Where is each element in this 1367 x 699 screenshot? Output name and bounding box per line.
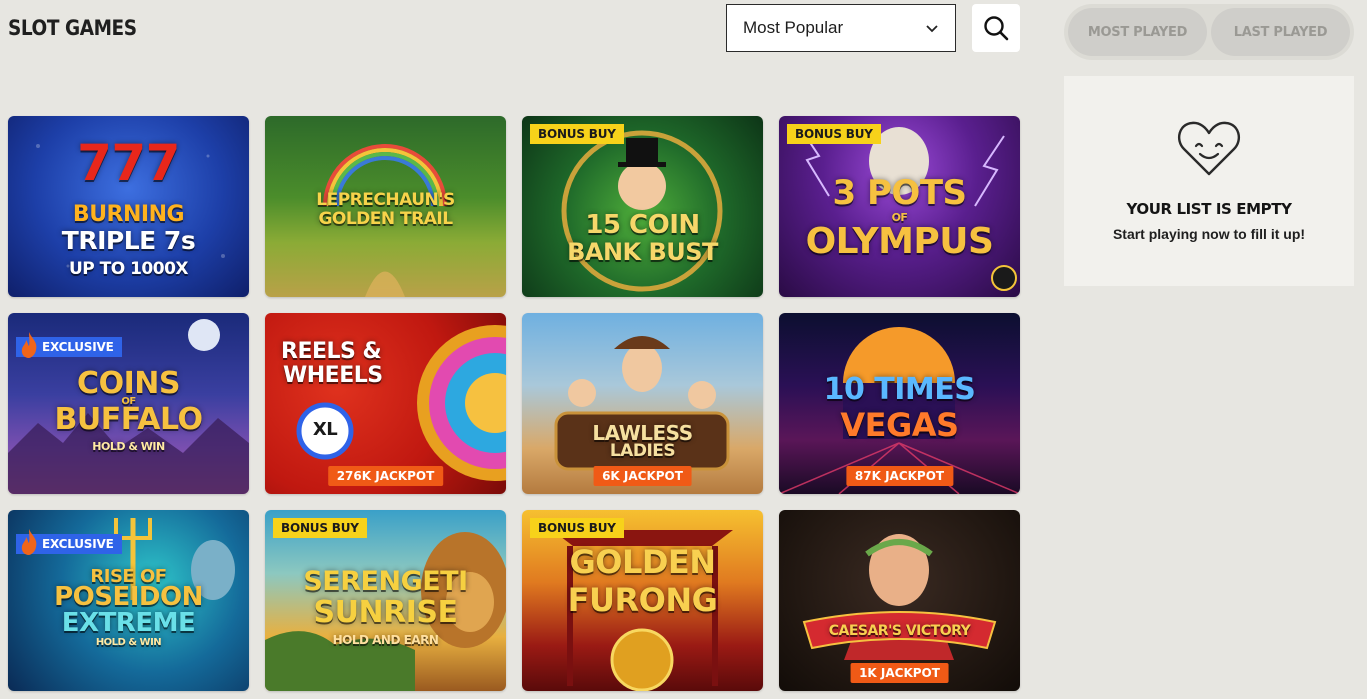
flame-icon xyxy=(21,529,37,555)
bonus-buy-badge: BONUS BUY xyxy=(273,518,367,538)
empty-list-card: YOUR LIST IS EMPTY Start playing now to … xyxy=(1064,76,1354,286)
game-grid: 777 BURNING TRIPLE 7s UP TO 1000X LEPREC… xyxy=(8,116,1020,691)
game-tile-serengeti-sunrise[interactable]: BONUS BUY SERENGETI SUNRISE HOLD AND EAR… xyxy=(265,510,506,691)
game-logo-line: 15 COIN xyxy=(585,210,700,240)
game-tile-leprechauns-golden-trail[interactable]: LEPRECHAUN'S GOLDEN TRAIL xyxy=(265,116,506,297)
played-tabs: MOST PLAYED LAST PLAYED xyxy=(1064,4,1354,60)
game-logo-line: BURNING xyxy=(72,202,185,227)
empty-list-subtitle: Start playing now to fill it up! xyxy=(1112,226,1306,242)
tab-last-played[interactable]: LAST PLAYED xyxy=(1211,8,1350,56)
game-logo-line: GOLDEN xyxy=(569,543,716,581)
bonus-buy-badge: BONUS BUY xyxy=(787,124,881,144)
chevron-down-icon xyxy=(926,25,938,33)
game-logo-line: SUNRISE xyxy=(313,595,458,630)
game-tile-3-pots-of-olympus[interactable]: BONUS BUY 3 POTS OF OLYMPUS xyxy=(779,116,1020,297)
exclusive-badge: EXCLUSIVE xyxy=(16,529,122,555)
game-logo-line: EXTREME xyxy=(61,608,196,638)
game-tile-caesars-victory[interactable]: CAESAR'S VICTORY 1K JACKPOT xyxy=(779,510,1020,691)
slot-games-page: SLOT GAMES Most Popular 777 BURNING TRIP… xyxy=(0,0,1367,699)
game-logo-line: 777 xyxy=(77,134,180,192)
game-logo-line: OLYMPUS xyxy=(805,221,994,262)
game-logo-line: 3 POTS xyxy=(832,173,968,213)
game-tile-lawless-ladies[interactable]: LAWLESS LADIES 6K JACKPOT xyxy=(522,313,763,494)
game-logo-line: SERENGETI xyxy=(303,566,468,597)
game-tile-reels-and-wheels-xl[interactable]: REELS & WHEELS XL 276K JACKPOT xyxy=(265,313,506,494)
sort-selected-value: Most Popular xyxy=(743,18,844,37)
game-logo-line: POSEIDON xyxy=(54,582,203,612)
flame-icon xyxy=(21,332,37,358)
game-tile-10-times-vegas[interactable]: 10 TIMES VEGAS 87K JACKPOT xyxy=(779,313,1020,494)
game-logo-line: UP TO 1000X xyxy=(68,259,189,279)
exclusive-badge-label: EXCLUSIVE xyxy=(42,537,114,551)
game-tile-coins-of-buffalo[interactable]: EXCLUSIVE COINS OF BUFFALO HOLD & WIN xyxy=(8,313,249,494)
search-icon xyxy=(984,16,1009,41)
game-logo-line: VEGAS xyxy=(840,406,959,444)
search-button[interactable] xyxy=(972,4,1020,52)
smiling-heart-icon xyxy=(1177,121,1241,176)
game-logo-line: LEPRECHAUN'S xyxy=(316,190,455,210)
exclusive-badge: EXCLUSIVE xyxy=(16,332,122,358)
game-tile-15-coin-bank-bust[interactable]: BONUS BUY 15 COIN BANK BUST xyxy=(522,116,763,297)
sort-dropdown[interactable]: Most Popular xyxy=(726,4,956,52)
game-logo-line: WHEELS xyxy=(283,363,383,388)
game-tile-burning-triple-7s[interactable]: 777 BURNING TRIPLE 7s UP TO 1000X xyxy=(8,116,249,297)
jackpot-badge: 87K JACKPOT xyxy=(845,466,954,486)
game-logo-line: XL xyxy=(312,419,338,440)
jackpot-badge: 6K JACKPOT xyxy=(593,466,692,486)
exclusive-badge-label: EXCLUSIVE xyxy=(42,340,114,354)
game-logo-line: REELS & xyxy=(281,339,382,364)
game-logo-line: HOLD AND EARN xyxy=(332,633,439,647)
game-logo-line: COINS xyxy=(77,366,180,401)
game-logo-line: HOLD & WIN xyxy=(95,637,162,648)
jackpot-badge: 276K JACKPOT xyxy=(327,466,444,486)
page-title: SLOT GAMES xyxy=(8,16,137,40)
game-logo-line: TRIPLE 7s xyxy=(61,226,196,255)
bonus-buy-badge: BONUS BUY xyxy=(530,518,624,538)
game-logo-line: BANK BUST xyxy=(567,238,718,266)
tab-most-played[interactable]: MOST PLAYED xyxy=(1068,8,1207,56)
jackpot-badge: 1K JACKPOT xyxy=(850,663,949,683)
game-logo-line: HOLD & WIN xyxy=(92,440,165,453)
bonus-buy-badge: BONUS BUY xyxy=(530,124,624,144)
game-tile-rise-of-poseidon-extreme[interactable]: EXCLUSIVE RISE OF POSEIDON EXTREME HOLD … xyxy=(8,510,249,691)
game-logo-line: LADIES xyxy=(609,441,676,461)
empty-list-title: YOUR LIST IS EMPTY xyxy=(1126,200,1292,218)
game-logo-line: FURONG xyxy=(567,581,718,619)
game-logo-line: GOLDEN TRAIL xyxy=(318,209,453,229)
game-logo-line: 10 TIMES xyxy=(823,372,976,407)
game-tile-golden-furong[interactable]: BONUS BUY GOLDEN FURONG xyxy=(522,510,763,691)
game-logo-line: BUFFALO xyxy=(54,402,203,437)
game-logo-line: CAESAR'S VICTORY xyxy=(828,623,971,639)
game-logo-line: LAWLESS xyxy=(592,421,693,445)
